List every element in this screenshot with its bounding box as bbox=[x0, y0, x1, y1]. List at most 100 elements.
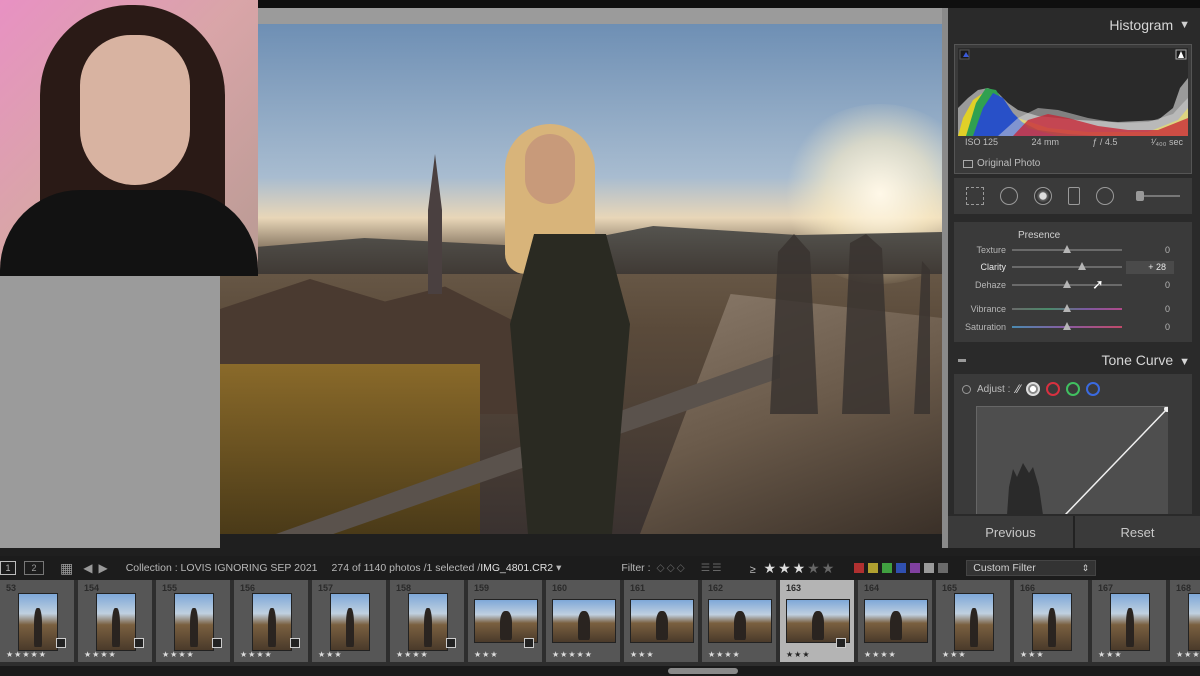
color-label-swatch[interactable] bbox=[924, 563, 935, 573]
slider-value[interactable]: 0 bbox=[1122, 280, 1178, 290]
thumbnail-rating[interactable]: ★★★★★ bbox=[552, 650, 593, 659]
thumbnail-image[interactable] bbox=[864, 599, 928, 643]
checkbox-icon[interactable] bbox=[963, 159, 973, 168]
thumbnail-rating[interactable]: ★★★ bbox=[1020, 650, 1045, 659]
filmstrip-thumbnail[interactable]: 155 ★★★★ bbox=[156, 580, 232, 662]
graduated-filter-tool-icon[interactable] bbox=[1068, 187, 1080, 205]
filmstrip-thumbnail[interactable]: 162 ★★★★ bbox=[702, 580, 778, 662]
thumbnail-image[interactable] bbox=[408, 593, 448, 651]
color-label-swatch[interactable] bbox=[882, 563, 893, 573]
thumbnail-image[interactable] bbox=[786, 599, 850, 643]
thumbnail-image[interactable] bbox=[252, 593, 292, 651]
filmstrip-thumbnail[interactable]: 165 ★★★ bbox=[936, 580, 1012, 662]
slider-track[interactable] bbox=[1012, 279, 1122, 288]
original-photo-toggle[interactable]: Original Photo bbox=[963, 158, 1040, 169]
filmstrip-thumbnail[interactable]: 164 ★★★★ bbox=[858, 580, 934, 662]
color-label-swatch[interactable] bbox=[910, 563, 921, 573]
rating-stars-off[interactable]: ★★ bbox=[807, 560, 836, 576]
filmstrip-thumbnail[interactable]: 161 ★★★ bbox=[624, 580, 700, 662]
thumbnail-rating[interactable]: ★★★ bbox=[1098, 650, 1123, 659]
thumbnail-rating[interactable]: ★★★ bbox=[630, 650, 655, 659]
thumbnail-image[interactable] bbox=[96, 593, 136, 651]
filmstrip-thumbnail[interactable]: 166 ★★★ bbox=[1014, 580, 1090, 662]
red-channel-icon[interactable] bbox=[1046, 382, 1061, 396]
collection-label[interactable]: Collection : LOVIS IGNORING SEP 2021 bbox=[126, 562, 318, 574]
thumbnail-image[interactable] bbox=[954, 593, 994, 651]
radial-filter-tool-icon[interactable] bbox=[1096, 187, 1114, 205]
slider-value[interactable]: 0 bbox=[1122, 245, 1178, 255]
filmstrip-thumbnail[interactable]: 159 ★★★ bbox=[468, 580, 544, 662]
thumbnail-image[interactable] bbox=[1110, 593, 1150, 651]
slider-thumb[interactable] bbox=[1078, 262, 1087, 271]
filmstrip-thumbnail[interactable]: 163 ★★★ bbox=[780, 580, 856, 662]
filmstrip-thumbnail[interactable]: 160 ★★★★★ bbox=[546, 580, 622, 662]
thumbnail-image[interactable] bbox=[474, 599, 538, 643]
rating-stars-on[interactable]: ★★★ bbox=[764, 560, 808, 576]
filmstrip-thumbnail[interactable]: 53 ★★★★★ bbox=[0, 580, 76, 662]
filmstrip-thumbnail[interactable]: 168 ★★★ bbox=[1170, 580, 1200, 662]
thumbnail-rating[interactable]: ★★★★ bbox=[240, 650, 273, 659]
grid-view-icon[interactable]: ▦ bbox=[60, 560, 73, 577]
slider-track[interactable] bbox=[1012, 262, 1122, 271]
slider-thumb[interactable] bbox=[1063, 304, 1071, 313]
reset-button[interactable]: Reset bbox=[1075, 516, 1200, 548]
point-curve-white-icon[interactable] bbox=[1026, 382, 1041, 396]
filmstrip-thumbnail[interactable]: 158 ★★★★ bbox=[390, 580, 466, 662]
red-eye-tool-icon[interactable] bbox=[1034, 187, 1052, 205]
forward-arrow-icon[interactable]: ▶ bbox=[98, 561, 107, 575]
tone-curve-graph[interactable] bbox=[976, 406, 1168, 514]
color-label-swatch[interactable] bbox=[938, 563, 949, 573]
thumbnail-rating[interactable]: ★★★★ bbox=[708, 650, 741, 659]
slider-track[interactable] bbox=[1012, 244, 1122, 253]
rating-operator[interactable]: ≥ bbox=[750, 564, 758, 576]
thumbnail-rating[interactable]: ★★★★ bbox=[864, 650, 897, 659]
collapse-triangle-icon[interactable]: ▼ bbox=[1179, 356, 1190, 368]
targeted-adjust-icon[interactable] bbox=[962, 384, 971, 394]
green-channel-icon[interactable] bbox=[1066, 382, 1081, 396]
filmstrip-thumbnail[interactable]: 154 ★★★★ bbox=[78, 580, 154, 662]
filmstrip-thumbnail[interactable]: 157 ★★★ bbox=[312, 580, 388, 662]
spot-removal-tool-icon[interactable] bbox=[1000, 187, 1018, 205]
thumbnail-image[interactable] bbox=[552, 599, 616, 643]
thumbnail-image[interactable] bbox=[18, 593, 58, 651]
filmstrip-scrollbar[interactable] bbox=[0, 666, 1200, 676]
collapse-triangle-icon[interactable]: ▼ bbox=[1179, 19, 1190, 31]
thumbnail-rating[interactable]: ★★★★ bbox=[162, 650, 195, 659]
slider-value[interactable]: + 28 bbox=[1126, 260, 1174, 274]
thumbnail-rating[interactable]: ★★★ bbox=[318, 650, 343, 659]
scrollbar-knob[interactable] bbox=[668, 668, 738, 674]
slider-value[interactable]: 0 bbox=[1122, 304, 1178, 314]
slider-track[interactable] bbox=[1012, 321, 1122, 330]
main-photo[interactable] bbox=[220, 24, 942, 534]
slider-track[interactable] bbox=[1012, 304, 1122, 313]
thumbnail-image[interactable] bbox=[1032, 593, 1072, 651]
main-window-button[interactable]: 1 bbox=[0, 561, 16, 575]
filmstrip-thumbnail[interactable]: 156 ★★★★ bbox=[234, 580, 310, 662]
slider-thumb[interactable] bbox=[1063, 244, 1071, 253]
thumbnail-image[interactable] bbox=[708, 599, 772, 643]
thumbnail-rating[interactable]: ★★★ bbox=[1176, 650, 1200, 659]
parametric-curve-icon[interactable]: ⁄⁄ bbox=[1016, 382, 1020, 396]
selected-filename[interactable]: IMG_4801.CR2 bbox=[480, 562, 553, 574]
flag-filter-icons[interactable]: ◇◇◇ bbox=[657, 562, 687, 574]
brush-tool-slider[interactable] bbox=[1136, 191, 1180, 201]
thumbnail-rating[interactable]: ★★★★ bbox=[84, 650, 117, 659]
back-arrow-icon[interactable]: ◀ bbox=[83, 561, 92, 575]
thumbnail-image[interactable] bbox=[1188, 593, 1200, 651]
slider-thumb[interactable] bbox=[1063, 321, 1071, 330]
brush-slider-thumb[interactable] bbox=[1136, 191, 1144, 201]
slider-thumb[interactable] bbox=[1063, 279, 1071, 288]
thumbnail-rating[interactable]: ★★★ bbox=[786, 650, 811, 659]
histogram-header[interactable]: Histogram ▼ bbox=[948, 8, 1200, 42]
secondary-window-button[interactable]: 2 bbox=[24, 561, 44, 575]
previous-button[interactable]: Previous bbox=[948, 516, 1073, 548]
filename-dropdown-icon[interactable]: ▾ bbox=[556, 562, 561, 574]
rating-filter[interactable]: ≥ ★★★★★ bbox=[750, 560, 837, 577]
filmstrip-thumbnail[interactable]: 167 ★★★ bbox=[1092, 580, 1168, 662]
panel-collapse-icon[interactable] bbox=[958, 358, 966, 362]
thumbnail-rating[interactable]: ★★★★ bbox=[396, 650, 429, 659]
crop-tool-icon[interactable] bbox=[966, 187, 984, 205]
color-label-swatch[interactable] bbox=[868, 563, 879, 573]
thumbnail-image[interactable] bbox=[630, 599, 694, 643]
edit-filter-icons[interactable]: ☰☰ bbox=[701, 562, 724, 574]
